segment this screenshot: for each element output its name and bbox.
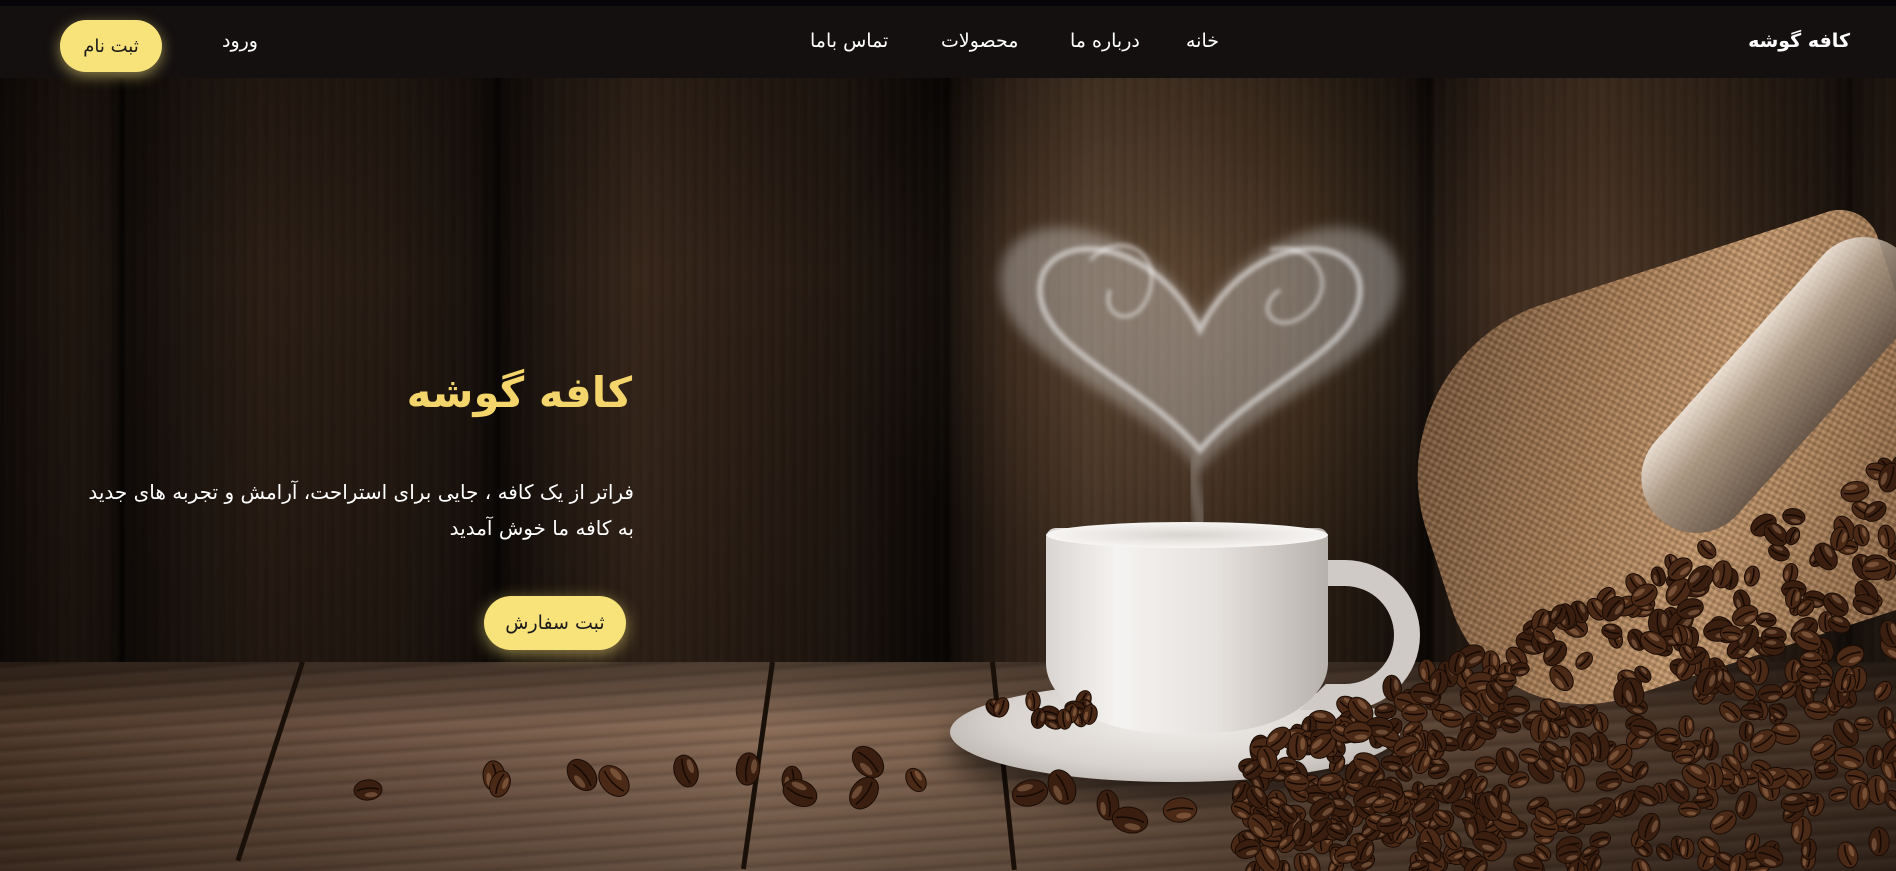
login-link[interactable]: ورود xyxy=(222,30,258,52)
hero-description: فراتر از یک کافه ، جایی برای استراحت، آر… xyxy=(34,474,634,546)
nav-link-products[interactable]: محصولات xyxy=(941,30,1018,52)
order-button[interactable]: ثبت سفارش xyxy=(484,596,626,650)
coffee-beans xyxy=(353,456,1896,871)
nav-link-contact[interactable]: تماس باما xyxy=(810,30,888,52)
signup-button[interactable]: ثبت نام xyxy=(60,20,162,72)
nav-link-about[interactable]: درباره ما xyxy=(1070,30,1140,52)
hero-background-image xyxy=(0,0,1896,871)
nav-link-home[interactable]: خانه xyxy=(1186,30,1219,52)
nav-links: خانه درباره ما محصولات تماس باما xyxy=(0,30,1896,60)
hero-line-2: به کافه ما خوش آمدید xyxy=(449,516,634,540)
hero-title: کافه گوشه xyxy=(406,368,632,417)
top-navbar: کافه گوشه خانه درباره ما محصولات تماس با… xyxy=(0,0,1896,78)
page: کافه گوشه خانه درباره ما محصولات تماس با… xyxy=(0,0,1896,871)
hero-line-1: فراتر از یک کافه ، جایی برای استراحت، آر… xyxy=(88,480,634,504)
